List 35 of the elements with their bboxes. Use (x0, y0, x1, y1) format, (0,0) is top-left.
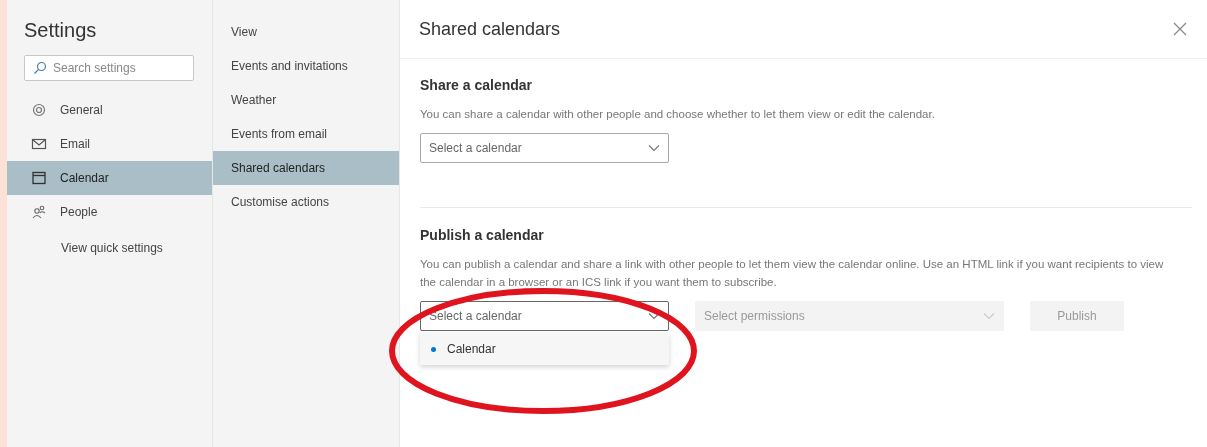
calendar-dropdown[interactable]: Select a calendar (420, 133, 669, 163)
sidebar-item[interactable]: Email (7, 127, 212, 161)
settings-title: Settings (23, 18, 98, 43)
sidebar-item[interactable]: Calendar (7, 161, 212, 195)
subnav-item[interactable]: Weather (213, 83, 399, 117)
sidebar-label: People (60, 205, 98, 219)
people-icon (31, 204, 47, 220)
search-icon (33, 61, 47, 75)
sidebar-label: Calendar (60, 171, 109, 185)
section-description: You can share a calendar with other people and choose whether to let them view or edit the calendar. (420, 107, 936, 122)
search-field[interactable]: Search settings (24, 55, 194, 81)
sidebar-item[interactable]: View quick settings (7, 229, 212, 267)
close-icon[interactable] (1173, 22, 1187, 36)
subnav-item[interactable]: Shared calendars (213, 151, 399, 185)
section-heading: Share a calendar (420, 77, 534, 93)
gear-icon (31, 102, 47, 118)
subnav-item[interactable]: Events from email (213, 117, 399, 151)
sidebar-item[interactable]: General (7, 93, 212, 127)
subnav-item[interactable]: Customise actions (213, 185, 399, 219)
subnav-item[interactable]: Events and invitations (213, 49, 399, 83)
sidebar-label: General (60, 103, 103, 117)
chevron-down-icon (648, 144, 660, 152)
option-label: Calendar (447, 342, 496, 356)
sidebar-label: View quick settings (61, 241, 163, 255)
chevron-down-icon (648, 312, 660, 320)
subnav-item[interactable]: View (213, 15, 399, 49)
calendar-icon (31, 170, 47, 186)
panel-title: Shared calendars (419, 18, 561, 40)
section-heading: Publish a calendar (420, 227, 545, 243)
sidebar-label: Email (60, 137, 90, 151)
section-description: You can publish a calendar and share a link with other people to let them view the calendar online. Use an HTML link if you want recipients to view the calendar in a browser or an ICS link if you want them to subscribe. (420, 257, 1165, 290)
dropdown-option[interactable]: Calendar (420, 333, 669, 365)
chevron-down-icon (983, 312, 995, 320)
envelope-icon (31, 136, 47, 152)
sidebar-item[interactable]: People (7, 195, 212, 229)
